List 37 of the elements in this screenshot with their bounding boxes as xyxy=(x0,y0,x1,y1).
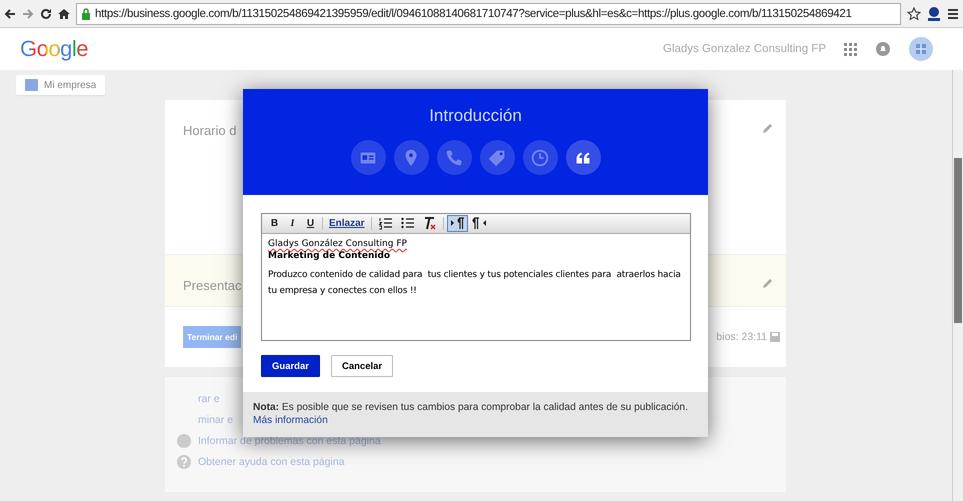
back-icon[interactable] xyxy=(4,8,16,20)
lock-icon xyxy=(81,8,91,20)
italic-button[interactable]: I xyxy=(284,215,301,232)
left-to-right-button[interactable] xyxy=(446,215,468,232)
avatar-icon[interactable] xyxy=(909,37,933,61)
cancel-button[interactable]: Cancelar xyxy=(330,355,394,377)
section-title: Horario d xyxy=(183,123,236,138)
note-text: Nota: Es posible que se revisen tus cambios para comprobar la calidad antes de su publicación. Más información xyxy=(243,392,708,437)
menu-icon[interactable] xyxy=(947,8,959,20)
store-icon xyxy=(25,79,38,91)
more-info-link[interactable]: Más información xyxy=(253,415,328,426)
section-tab[interactable] xyxy=(566,140,600,175)
scrollbar[interactable] xyxy=(952,70,963,501)
url-text: https://business.google.com/b/113150254869421395959/edit/l/09461088140681710747?service=plus&hl=es&c=https://plus.google.com/b/113150254869421 xyxy=(95,7,852,20)
dialog-title: Introducción xyxy=(429,106,522,126)
section-title: Presentac xyxy=(183,278,242,293)
link-button[interactable]: Enlazar xyxy=(326,215,368,232)
bold-button[interactable]: B xyxy=(266,215,283,232)
apps-grid-icon[interactable] xyxy=(844,42,857,56)
reload-icon[interactable] xyxy=(40,8,52,20)
text-editor[interactable]: B I U Enlazar Gladys González Consulting FP Marketing de Contenido Produzco contenido de calidad para tus clientes y tus potenciales clientes para atraerlos hacia tu empresa y conectes con ellos !! xyxy=(261,213,691,341)
editor-text-line: Marketing de Contenido xyxy=(268,251,392,261)
breadcrumb-label: Mi empresa xyxy=(44,80,96,90)
notification-icon[interactable] xyxy=(875,41,891,57)
underline-button[interactable]: U xyxy=(302,215,319,232)
address-bar[interactable]: https://business.google.com/b/113150254869421395959/edit/l/09461088140681710747?service=plus&hl=es&c=https://plus.google.com/b/113150254869421 xyxy=(76,2,901,24)
editor-paragraph: Produzco contenido de calidad para tus clientes y tus potenciales clientes para atraerlos hacia tu empresa y conectes con ellos !! xyxy=(268,269,682,298)
account-name: Gladys Gonzalez Consulting FP xyxy=(663,43,826,55)
save-button[interactable]: Guardar xyxy=(261,355,320,377)
help-icon xyxy=(177,454,191,468)
breadcrumb-chip[interactable]: Mi empresa xyxy=(16,75,106,95)
save-status: bios: 23:11 xyxy=(716,331,767,343)
home-icon[interactable] xyxy=(58,8,70,20)
extension-icon[interactable] xyxy=(927,6,941,22)
editor-text-line: Gladys González Consulting FP xyxy=(268,239,408,249)
star-icon[interactable] xyxy=(907,6,921,20)
save-icon xyxy=(770,332,780,342)
